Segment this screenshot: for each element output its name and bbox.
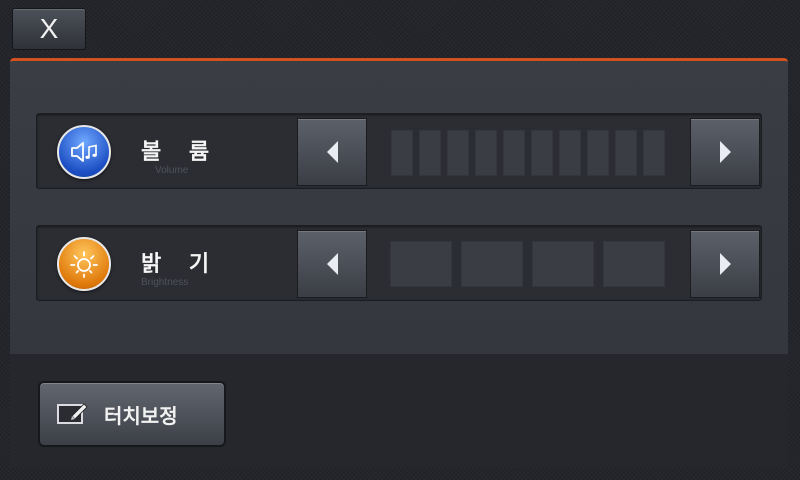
- brightness-level-segment[interactable]: [390, 241, 452, 287]
- volume-row: 볼 륨 Volume: [36, 113, 762, 189]
- volume-level-segment[interactable]: [615, 130, 637, 176]
- brightness-increase-button[interactable]: [690, 230, 760, 298]
- volume-increase-button[interactable]: [690, 118, 760, 186]
- brightness-label: 밝 기: [141, 252, 220, 277]
- touch-calibration-button[interactable]: 터치보정: [38, 381, 226, 447]
- settings-panel: [10, 58, 788, 354]
- brightness-level-segment[interactable]: [461, 241, 523, 287]
- volume-level-segment[interactable]: [447, 130, 469, 176]
- sun-icon: [57, 237, 111, 291]
- volume-level-segment[interactable]: [559, 130, 581, 176]
- volume-level-segment[interactable]: [643, 130, 665, 176]
- brightness-row: 밝 기 Brightness: [36, 225, 762, 301]
- brightness-level-segment[interactable]: [603, 241, 665, 287]
- brightness-level-bar[interactable]: [390, 241, 665, 287]
- arrow-right-icon: [719, 141, 731, 163]
- touch-calibration-label: 터치보정: [104, 403, 178, 428]
- arrow-right-icon: [719, 253, 731, 275]
- arrow-left-icon: [326, 141, 338, 163]
- volume-decrease-button[interactable]: [297, 118, 367, 186]
- speaker-music-icon: [57, 125, 111, 179]
- brightness-level-segment[interactable]: [532, 241, 594, 287]
- volume-level-segment[interactable]: [475, 130, 497, 176]
- volume-level-segment[interactable]: [391, 130, 413, 176]
- arrow-left-icon: [326, 253, 338, 275]
- brightness-sublabel: Brightness: [141, 277, 189, 288]
- volume-label: 볼 륨: [141, 140, 220, 165]
- brightness-decrease-button[interactable]: [297, 230, 367, 298]
- volume-level-segment[interactable]: [587, 130, 609, 176]
- volume-sublabel: Volume: [155, 165, 189, 176]
- volume-level-segment[interactable]: [503, 130, 525, 176]
- volume-level-bar[interactable]: [391, 130, 665, 176]
- close-button[interactable]: X: [12, 8, 86, 50]
- volume-level-segment[interactable]: [531, 130, 553, 176]
- pen-tablet-icon: [56, 401, 90, 427]
- volume-level-segment[interactable]: [419, 130, 441, 176]
